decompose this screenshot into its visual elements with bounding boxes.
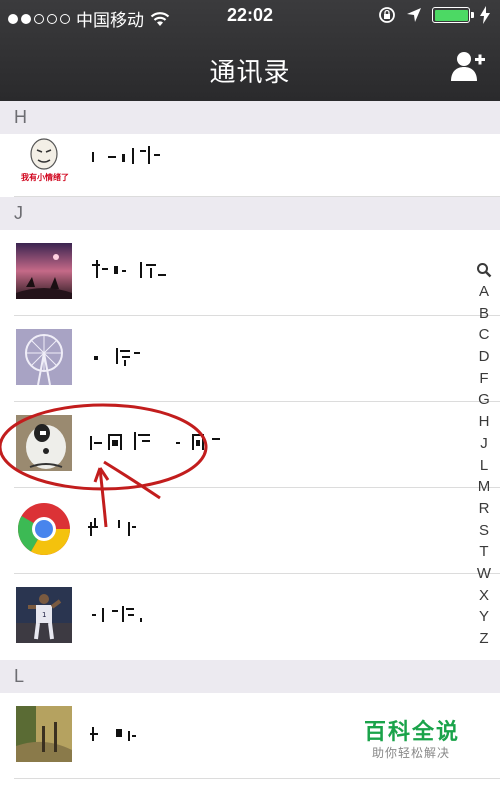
contact-row[interactable]: [0, 488, 500, 574]
index-letter[interactable]: S: [479, 520, 489, 542]
search-icon[interactable]: [476, 262, 492, 278]
index-letter[interactable]: M: [478, 476, 491, 498]
index-letter[interactable]: J: [480, 433, 488, 455]
index-letter[interactable]: X: [479, 585, 489, 607]
index-letter[interactable]: B: [479, 303, 489, 325]
contact-row[interactable]: 1: [0, 574, 500, 660]
page-title: 通讯录: [209, 57, 291, 87]
add-contact-icon[interactable]: [450, 50, 486, 82]
contact-list: H 我有小情绪了 J 1 L: [0, 101, 500, 779]
index-letter[interactable]: Y: [479, 606, 489, 628]
watermark: 百科全说 助你轻松解决: [352, 712, 492, 774]
watermark-subtitle: 助你轻松解决: [372, 746, 451, 760]
contact-row[interactable]: [0, 230, 500, 316]
contact-name-redacted: [88, 428, 238, 462]
battery-icon: [432, 7, 474, 23]
svg-text:1: 1: [42, 611, 46, 619]
section-header-h: H: [0, 101, 500, 134]
contact-avatar: 1: [16, 587, 72, 643]
contact-avatar: [16, 415, 72, 471]
contact-row[interactable]: 我有小情绪了: [0, 134, 500, 197]
watermark-title: 百科全说: [364, 719, 461, 744]
row-separator: [14, 778, 500, 779]
contact-avatar: [16, 706, 72, 762]
index-letter[interactable]: R: [479, 498, 490, 520]
contact-avatar: [16, 243, 72, 299]
section-header-j: J: [0, 197, 500, 230]
index-letter[interactable]: L: [480, 455, 488, 477]
status-right: [378, 6, 490, 24]
index-letter[interactable]: W: [477, 563, 491, 585]
avatar-caption: 我有小情绪了: [21, 173, 69, 182]
contact-name-redacted: [88, 342, 178, 376]
contact-name-redacted: [88, 719, 178, 753]
contact-avatar: 我有小情绪了: [16, 138, 72, 184]
contact-avatar: [16, 501, 72, 557]
section-header-l: L: [0, 660, 500, 693]
index-letter[interactable]: C: [479, 324, 490, 346]
contact-name-redacted: [88, 600, 178, 634]
index-letter[interactable]: F: [479, 368, 488, 390]
alphabet-index[interactable]: A B C D F G H J L M R S T W X Y Z: [474, 262, 494, 650]
index-letter[interactable]: A: [479, 281, 489, 303]
contact-name-redacted: [88, 514, 178, 548]
status-bar: 中国移动 22:02: [0, 0, 500, 32]
contact-row[interactable]: [0, 402, 500, 488]
top-bar: 中国移动 22:02 通讯录: [0, 0, 500, 101]
row-separator: [14, 196, 500, 197]
index-letter[interactable]: G: [478, 389, 490, 411]
contact-name-redacted: [88, 142, 178, 176]
location-icon: [407, 8, 421, 22]
index-letter[interactable]: H: [479, 411, 490, 433]
index-letter[interactable]: Z: [479, 628, 488, 650]
charging-icon: [480, 6, 490, 24]
contact-row[interactable]: [0, 316, 500, 402]
index-letter[interactable]: D: [479, 346, 490, 368]
rotation-lock-icon: [379, 7, 395, 23]
contact-name-redacted: [88, 256, 178, 290]
index-letter[interactable]: T: [479, 541, 488, 563]
contact-avatar: [16, 329, 72, 385]
